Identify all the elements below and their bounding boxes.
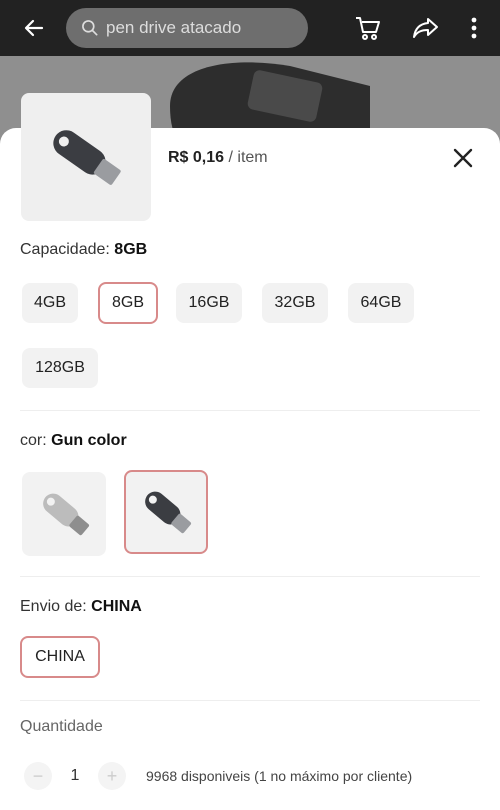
- capacity-option-32gb[interactable]: 32GB: [262, 283, 328, 323]
- usb-gun-color-image: [145, 491, 192, 534]
- quantity-value[interactable]: 1: [52, 767, 98, 785]
- close-icon: [453, 148, 473, 168]
- quantity-decrease-button[interactable]: −: [24, 762, 52, 790]
- color-label-text: cor:: [20, 432, 47, 449]
- capacity-label-text: Capacidade:: [20, 241, 110, 258]
- shipping-label-text: Envio de:: [20, 598, 87, 615]
- variant-sheet: [0, 128, 500, 810]
- shipping-label: Envio de: CHINA: [20, 598, 142, 616]
- arrow-left-icon: [24, 19, 44, 37]
- search-input[interactable]: pen drive atacado: [66, 8, 308, 48]
- share-button[interactable]: [406, 8, 446, 48]
- divider: [20, 700, 480, 701]
- color-label: cor: Gun color: [20, 432, 127, 450]
- capacity-selected-value: 8GB: [114, 241, 148, 258]
- back-button[interactable]: [12, 0, 56, 56]
- top-bar: pen drive atacado: [0, 0, 500, 56]
- color-option-silver[interactable]: [22, 472, 106, 556]
- capacity-option-16gb[interactable]: 16GB: [176, 283, 242, 323]
- color-selected-value: Gun color: [51, 432, 127, 449]
- stock-availability: 9968 disponiveis (1 no máximo por client…: [146, 768, 413, 784]
- share-icon: [413, 18, 438, 38]
- cart-button[interactable]: [348, 8, 388, 48]
- quantity-label: Quantidade: [20, 718, 103, 735]
- capacity-option-4gb[interactable]: 4GB: [22, 283, 78, 323]
- divider: [20, 410, 480, 411]
- price: R$ 0,16 / item: [168, 149, 268, 167]
- color-option-gun-color[interactable]: [124, 470, 208, 554]
- usb-silver-image: [43, 493, 90, 536]
- top-actions: [348, 8, 484, 48]
- capacity-label: Capacidade: 8GB: [20, 241, 147, 259]
- search-icon: [82, 20, 98, 36]
- more-vertical-icon: [471, 17, 477, 39]
- quantity-increase-button[interactable]: +: [98, 762, 126, 790]
- selected-variant-thumbnail: [21, 93, 151, 221]
- quantity-stepper: − 1 + 9968 disponiveis (1 no máximo por …: [24, 762, 412, 790]
- capacity-option-8gb[interactable]: 8GB: [98, 282, 158, 324]
- price-value: R$ 0,16: [168, 149, 225, 166]
- price-unit: / item: [228, 149, 268, 166]
- close-button[interactable]: [450, 145, 476, 171]
- capacity-option-64gb[interactable]: 64GB: [348, 283, 414, 323]
- divider: [20, 576, 480, 577]
- capacity-option-128gb[interactable]: 128GB: [22, 348, 98, 388]
- search-placeholder: pen drive atacado: [106, 18, 242, 37]
- cart-icon: [356, 17, 380, 40]
- shipping-selected-value: CHINA: [91, 598, 142, 615]
- more-button[interactable]: [464, 8, 484, 48]
- shipping-option-china[interactable]: CHINA: [20, 636, 100, 678]
